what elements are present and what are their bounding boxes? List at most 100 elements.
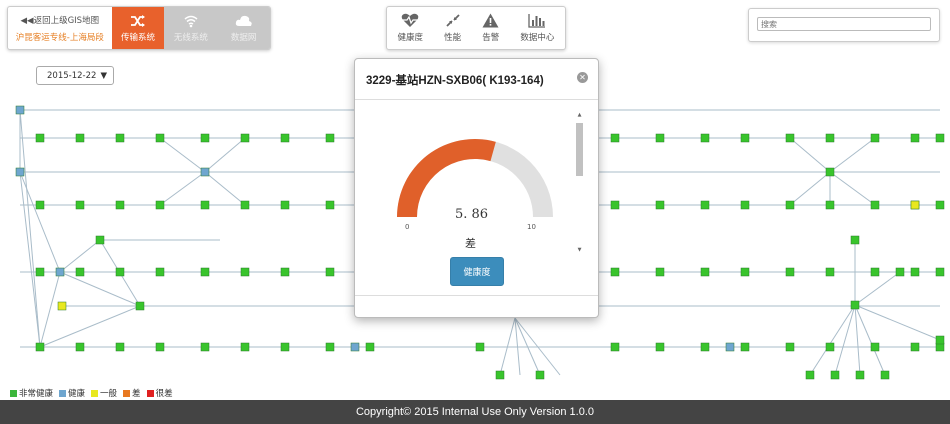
- date-select[interactable]: 2015-12-22 ▼: [36, 66, 114, 85]
- topology-node[interactable]: [35, 133, 45, 143]
- topology-node[interactable]: [910, 267, 920, 277]
- topology-node[interactable]: [655, 200, 665, 210]
- topology-node[interactable]: [495, 370, 505, 380]
- scroll-up-icon[interactable]: ▲: [576, 112, 583, 118]
- topology-node[interactable]: [655, 267, 665, 277]
- topology-node[interactable]: [135, 301, 145, 311]
- topology-node[interactable]: [280, 133, 290, 143]
- topology-node[interactable]: [75, 342, 85, 352]
- scrollbar-thumb[interactable]: [576, 123, 583, 176]
- topology-node[interactable]: [325, 133, 335, 143]
- topology-node[interactable]: [35, 267, 45, 277]
- topology-node[interactable]: [15, 167, 25, 177]
- topology-node[interactable]: [880, 370, 890, 380]
- topology-node[interactable]: [95, 235, 105, 245]
- topology-node[interactable]: [610, 267, 620, 277]
- topology-node[interactable]: [75, 133, 85, 143]
- topology-node[interactable]: [200, 167, 210, 177]
- topology-node[interactable]: [57, 301, 67, 311]
- topology-node[interactable]: [825, 342, 835, 352]
- topology-node[interactable]: [115, 342, 125, 352]
- topology-node[interactable]: [700, 133, 710, 143]
- topology-node[interactable]: [200, 133, 210, 143]
- topology-node[interactable]: [850, 300, 860, 310]
- topology-node[interactable]: [725, 342, 735, 352]
- topology-node[interactable]: [280, 200, 290, 210]
- topology-node[interactable]: [350, 342, 360, 352]
- topology-node[interactable]: [785, 133, 795, 143]
- topology-node[interactable]: [850, 235, 860, 245]
- topology-node[interactable]: [35, 342, 45, 352]
- close-icon[interactable]: ✕: [577, 72, 588, 83]
- tool-performance[interactable]: 性能: [444, 13, 461, 43]
- topology-node[interactable]: [700, 342, 710, 352]
- topology-node[interactable]: [155, 267, 165, 277]
- topology-node[interactable]: [740, 342, 750, 352]
- topology-node[interactable]: [740, 133, 750, 143]
- topology-node[interactable]: [240, 133, 250, 143]
- tool-data-center[interactable]: 数据中心: [520, 13, 554, 43]
- topology-node[interactable]: [910, 200, 920, 210]
- topology-node[interactable]: [855, 370, 865, 380]
- topology-node[interactable]: [700, 200, 710, 210]
- topology-node[interactable]: [700, 267, 710, 277]
- topology-node[interactable]: [75, 200, 85, 210]
- topology-node[interactable]: [895, 267, 905, 277]
- back-to-gis-link[interactable]: ◀◀返回上级GIS地图: [21, 14, 100, 26]
- topology-node[interactable]: [155, 342, 165, 352]
- topology-node[interactable]: [805, 370, 815, 380]
- topology-node[interactable]: [240, 267, 250, 277]
- topology-node[interactable]: [910, 342, 920, 352]
- wireless-system-button[interactable]: 无线系统: [164, 7, 218, 49]
- topology-node[interactable]: [825, 267, 835, 277]
- topology-node[interactable]: [610, 200, 620, 210]
- topology-node[interactable]: [200, 200, 210, 210]
- topology-node[interactable]: [935, 133, 945, 143]
- topology-node[interactable]: [785, 267, 795, 277]
- topology-node[interactable]: [830, 370, 840, 380]
- tool-health[interactable]: 健康度: [398, 13, 423, 43]
- topology-node[interactable]: [75, 267, 85, 277]
- topology-node[interactable]: [35, 200, 45, 210]
- topology-node[interactable]: [785, 200, 795, 210]
- topology-node[interactable]: [870, 342, 880, 352]
- topology-node[interactable]: [935, 267, 945, 277]
- topology-node[interactable]: [15, 105, 25, 115]
- topology-node[interactable]: [280, 267, 290, 277]
- topology-node[interactable]: [115, 133, 125, 143]
- topology-node[interactable]: [910, 133, 920, 143]
- tool-alarm[interactable]: 告警: [482, 13, 499, 43]
- topology-node[interactable]: [115, 267, 125, 277]
- topology-node[interactable]: [475, 342, 485, 352]
- topology-node[interactable]: [240, 200, 250, 210]
- topology-node[interactable]: [825, 133, 835, 143]
- topology-node[interactable]: [240, 342, 250, 352]
- topology-node[interactable]: [740, 200, 750, 210]
- topology-node[interactable]: [825, 167, 835, 177]
- topology-node[interactable]: [740, 267, 750, 277]
- topology-node[interactable]: [115, 200, 125, 210]
- topology-node[interactable]: [535, 370, 545, 380]
- topology-node[interactable]: [55, 267, 65, 277]
- topology-node[interactable]: [200, 342, 210, 352]
- topology-node[interactable]: [610, 342, 620, 352]
- search-input[interactable]: [757, 17, 931, 31]
- scroll-down-icon[interactable]: ▼: [576, 247, 583, 253]
- data-network-button[interactable]: 数据网: [217, 7, 270, 49]
- topology-node[interactable]: [655, 342, 665, 352]
- topology-node[interactable]: [155, 200, 165, 210]
- topology-node[interactable]: [655, 133, 665, 143]
- topology-node[interactable]: [365, 342, 375, 352]
- topology-node[interactable]: [825, 200, 835, 210]
- topology-node[interactable]: [280, 342, 290, 352]
- topology-node[interactable]: [870, 133, 880, 143]
- topology-node[interactable]: [870, 267, 880, 277]
- topology-node[interactable]: [935, 200, 945, 210]
- topology-node[interactable]: [325, 342, 335, 352]
- topology-node[interactable]: [200, 267, 210, 277]
- topology-node[interactable]: [325, 200, 335, 210]
- topology-node[interactable]: [870, 200, 880, 210]
- topology-node[interactable]: [610, 133, 620, 143]
- topology-node[interactable]: [935, 335, 945, 345]
- transmission-system-button[interactable]: 传输系统: [111, 7, 165, 49]
